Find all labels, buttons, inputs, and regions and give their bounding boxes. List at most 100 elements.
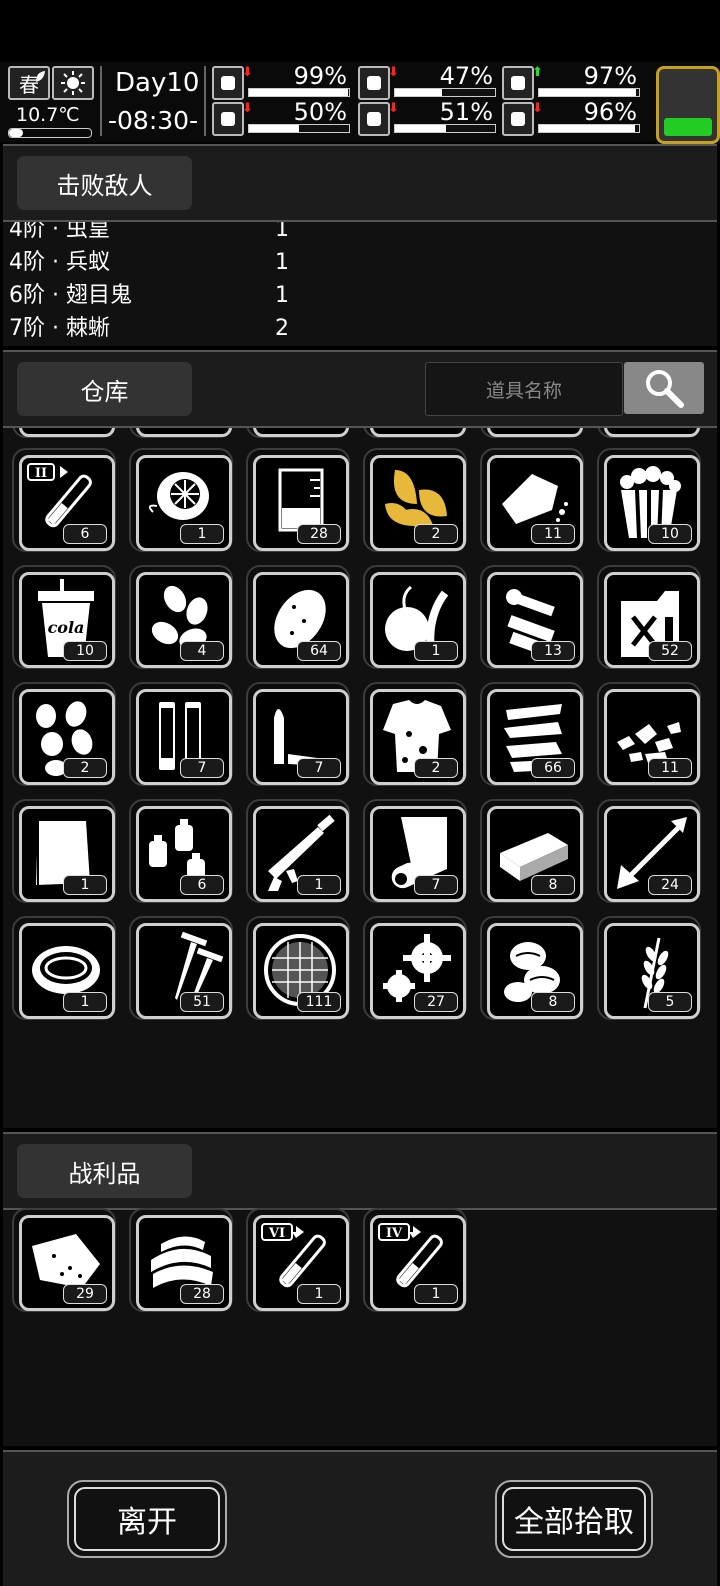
warehouse-grid[interactable]: II 6 1 28 2 11 10 cola 10 4 64 1 13 52 2… xyxy=(3,428,717,1128)
item-slot[interactable]: 5 xyxy=(597,916,701,1020)
item-search-input[interactable]: 道具名称 xyxy=(425,362,623,416)
battery-icon[interactable] xyxy=(656,66,720,144)
enemy-row: 4阶 · 兵蚁 1 xyxy=(9,247,309,279)
item-slot[interactable]: 13 xyxy=(480,565,584,669)
item-slot[interactable]: 11 xyxy=(597,682,701,786)
item-slot[interactable]: 66 xyxy=(480,682,584,786)
stat-bar xyxy=(538,124,640,133)
item-slot[interactable]: 1 xyxy=(363,565,467,669)
item-slot[interactable]: 28 xyxy=(246,448,350,552)
item-count: 1 xyxy=(63,992,107,1012)
item-slot-partial[interactable] xyxy=(597,428,701,438)
defeated-enemy-list[interactable]: 4阶 · 虫皇 1 4阶 · 兵蚁 1 6阶 · 翅目鬼 1 7阶 · 棘蜥 2 xyxy=(3,222,717,346)
enemy-row: 4阶 · 虫皇 1 xyxy=(9,222,309,246)
water-drop-icon xyxy=(358,102,390,136)
item-slot[interactable]: II 6 xyxy=(12,448,116,552)
loot-header-panel: 战利品 xyxy=(3,1132,717,1210)
item-count: 2 xyxy=(414,758,458,778)
item-slot[interactable]: 1 xyxy=(12,916,116,1020)
item-slot[interactable]: 7 xyxy=(363,799,467,903)
item-count: 66 xyxy=(531,758,575,778)
item-count: 10 xyxy=(63,641,107,661)
item-slot-partial[interactable] xyxy=(129,428,233,438)
item-slot[interactable]: 1 xyxy=(246,799,350,903)
search-button[interactable] xyxy=(624,362,704,414)
item-slot[interactable]: 2 xyxy=(363,682,467,786)
item-slot[interactable]: 52 xyxy=(597,565,701,669)
item-count: 2 xyxy=(414,524,458,544)
leave-button[interactable]: 离开 xyxy=(67,1480,227,1558)
take-all-label: 全部拾取 xyxy=(514,1505,634,1540)
item-slot[interactable]: 111 xyxy=(246,916,350,1020)
item-count: 13 xyxy=(531,641,575,661)
enemy-name: 4阶 · 兵蚁 xyxy=(9,250,110,275)
enemy-name: 4阶 · 虫皇 xyxy=(9,222,110,242)
take-all-button[interactable]: 全部拾取 xyxy=(495,1480,653,1558)
item-slot-partial[interactable] xyxy=(12,428,116,438)
item-slot[interactable]: 64 xyxy=(246,565,350,669)
svg-text:VI: VI xyxy=(268,1226,285,1241)
item-slot[interactable]: 7 xyxy=(129,682,233,786)
item-count: 6 xyxy=(180,875,224,895)
item-slot[interactable]: 11 xyxy=(480,448,584,552)
item-slot[interactable]: 10 xyxy=(597,448,701,552)
item-slot[interactable]: cola 10 xyxy=(12,565,116,669)
item-count: 1 xyxy=(297,1284,341,1304)
item-count: 4 xyxy=(180,641,224,661)
item-count: 111 xyxy=(297,992,341,1012)
item-slot[interactable]: 51 xyxy=(129,916,233,1020)
stat-percent: 99% xyxy=(293,62,347,90)
enemy-count: 1 xyxy=(275,250,289,275)
defeat-enemies-tab[interactable]: 击败敌人 xyxy=(17,156,192,210)
item-slot[interactable]: 1 xyxy=(12,799,116,903)
item-count: 7 xyxy=(297,758,341,778)
item-slot[interactable]: 2 xyxy=(12,682,116,786)
item-slot[interactable]: 28 xyxy=(129,1208,233,1312)
item-count: 51 xyxy=(180,992,224,1012)
item-slot[interactable]: 8 xyxy=(480,799,584,903)
item-slot-partial[interactable] xyxy=(246,428,350,438)
item-count: 1 xyxy=(180,524,224,544)
item-count: 7 xyxy=(414,875,458,895)
item-count: 11 xyxy=(648,758,692,778)
temperature-readout: 10.7℃ xyxy=(16,104,80,126)
warehouse-tab[interactable]: 仓库 xyxy=(17,362,192,416)
loot-tab[interactable]: 战利品 xyxy=(17,1144,192,1198)
item-slot-partial[interactable] xyxy=(480,428,584,438)
item-slot[interactable]: 6 xyxy=(129,799,233,903)
item-count: 1 xyxy=(63,875,107,895)
action-bar: 离开 全部拾取 xyxy=(3,1450,717,1586)
item-slot[interactable]: 1 xyxy=(129,448,233,552)
item-slot[interactable]: VI 1 xyxy=(246,1208,350,1312)
stat-bar xyxy=(394,124,496,133)
item-slot[interactable]: 29 xyxy=(12,1208,116,1312)
stat-percent: 50% xyxy=(293,98,347,126)
item-slot[interactable]: 4 xyxy=(129,565,233,669)
svg-text:cola: cola xyxy=(48,618,85,637)
day-counter: Day10 xyxy=(115,68,200,98)
enemy-name: 6阶 · 翅目鬼 xyxy=(9,283,132,308)
leaf-icon xyxy=(36,71,45,82)
loot-grid[interactable]: 29 28 VI 1 IV 1 xyxy=(3,1208,717,1446)
svg-text:IV: IV xyxy=(386,1226,403,1241)
item-count: 28 xyxy=(180,1284,224,1304)
item-count: 28 xyxy=(297,524,341,544)
heart-icon xyxy=(502,102,534,136)
stat-bar xyxy=(538,88,640,97)
item-slot[interactable]: 27 xyxy=(363,916,467,1020)
stat-percent: 96% xyxy=(583,98,637,126)
item-slot[interactable]: IV 1 xyxy=(363,1208,467,1312)
item-slot[interactable]: 7 xyxy=(246,682,350,786)
stat-percent: 51% xyxy=(439,98,493,126)
item-count: 10 xyxy=(648,524,692,544)
item-slot[interactable]: 24 xyxy=(597,799,701,903)
warehouse-header-panel: 仓库 道具名称 xyxy=(3,350,717,428)
enemy-count: 1 xyxy=(275,222,289,242)
item-slot[interactable]: 8 xyxy=(480,916,584,1020)
sun-icon xyxy=(52,66,94,100)
stat-percent: 97% xyxy=(583,62,637,90)
item-slot-partial[interactable] xyxy=(363,428,467,438)
svg-text:II: II xyxy=(35,466,47,481)
item-slot[interactable]: 2 xyxy=(363,448,467,552)
item-count: 1 xyxy=(297,875,341,895)
